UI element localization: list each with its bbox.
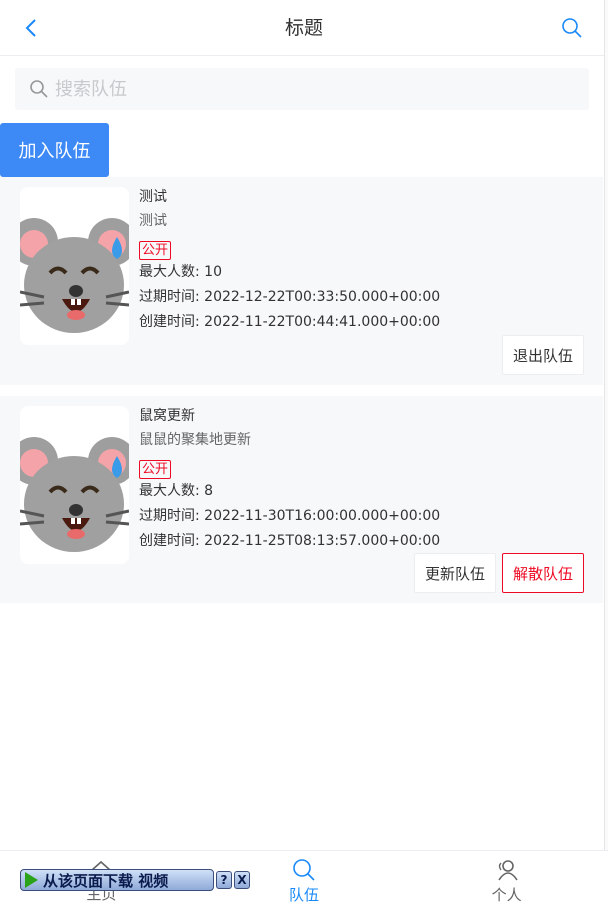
status-badge: 公开	[139, 241, 172, 260]
search-input[interactable]	[55, 78, 535, 100]
dissolve-team-button[interactable]: 解散队伍	[501, 553, 584, 593]
tab-label: 个人	[491, 885, 522, 904]
team-info: 测试 测试 公开 最大人数: 10 过期时间: 2022-12-22T00:33…	[139, 185, 593, 335]
download-label: 从该页面下载 视频	[43, 871, 169, 890]
team-name: 测试	[139, 189, 167, 205]
max-members: 最大人数: 8	[139, 483, 214, 499]
close-button[interactable]: X	[234, 871, 250, 889]
user-icon	[497, 859, 518, 880]
search-box[interactable]	[15, 68, 589, 110]
nav-search-button[interactable]	[558, 14, 586, 42]
team-info: 鼠窝更新 鼠鼠的聚集地更新 公开 最大人数: 8 过期时间: 2022-11-3…	[139, 404, 593, 554]
expire-time: 过期时间: 2022-12-22T00:33:50.000+00:00	[139, 289, 441, 305]
search-icon	[293, 858, 315, 881]
team-description: 鼠鼠的聚集地更新	[139, 432, 251, 448]
team-name: 鼠窝更新	[139, 408, 195, 424]
search-icon	[30, 80, 48, 98]
search-bar	[0, 57, 608, 121]
tab-user[interactable]: 个人	[405, 851, 608, 911]
team-card[interactable]: 测试 测试 公开 最大人数: 10 过期时间: 2022-12-22T00:33…	[0, 177, 603, 385]
team-card[interactable]: 鼠窝更新 鼠鼠的聚集地更新 公开 最大人数: 8 过期时间: 2022-11-3…	[0, 396, 603, 603]
join-team-button[interactable]: 加入队伍	[0, 123, 109, 177]
status-badge: 公开	[139, 460, 172, 479]
card-actions: 更新队伍 解散队伍	[413, 553, 584, 593]
play-icon	[25, 872, 38, 888]
mouse-emoji-icon	[20, 218, 129, 333]
create-time: 创建时间: 2022-11-22T00:44:41.000+00:00	[139, 314, 441, 330]
expire-time: 过期时间: 2022-11-30T16:00:00.000+00:00	[139, 508, 441, 524]
max-members: 最大人数: 10	[139, 264, 222, 280]
page-title: 标题	[284, 17, 323, 39]
page: 标题 加入队伍	[0, 0, 608, 911]
team-description: 测试	[139, 213, 167, 229]
update-team-button[interactable]: 更新队伍	[413, 553, 496, 593]
team-avatar	[20, 187, 129, 345]
quit-team-button[interactable]: 退出队伍	[501, 335, 584, 375]
card-actions: 退出队伍	[501, 335, 584, 375]
mouse-emoji-icon	[20, 437, 129, 552]
scrollbar[interactable]	[604, 0, 608, 911]
download-video-banner: 从该页面下载 视频 ? X	[20, 868, 250, 892]
search-icon	[562, 18, 582, 38]
team-avatar	[20, 406, 129, 564]
create-time: 创建时间: 2022-11-25T08:13:57.000+00:00	[139, 533, 441, 549]
download-video-button[interactable]: 从该页面下载 视频	[20, 869, 214, 891]
help-button[interactable]: ?	[216, 871, 232, 889]
tab-label: 队伍	[289, 885, 320, 904]
nav-bar: 标题	[0, 0, 608, 56]
